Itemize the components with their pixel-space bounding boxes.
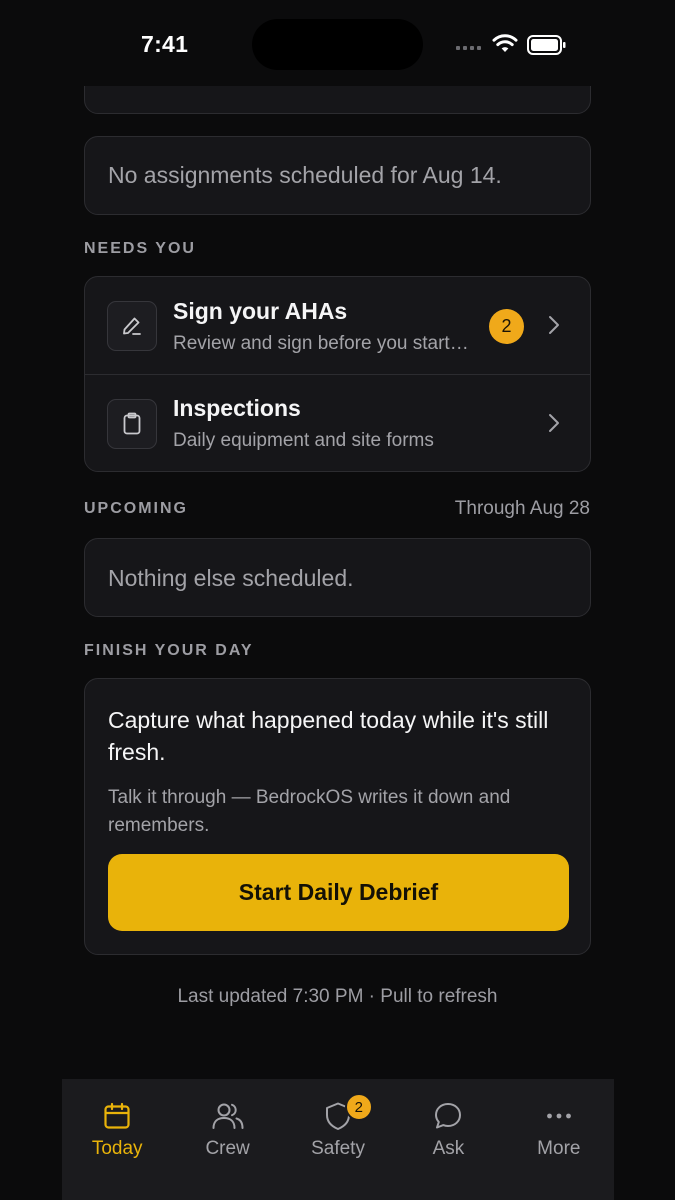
upcoming-empty-card: Nothing else scheduled. [84, 538, 591, 617]
more-dots-icon [546, 1113, 571, 1119]
inspections-row[interactable]: Inspections Daily equipment and site for… [85, 375, 590, 472]
status-time: 7:41 [141, 31, 189, 57]
needs-you-card: Sign your AHAs Review and sign before yo… [84, 276, 591, 472]
chevron-right-icon [549, 414, 559, 432]
today-empty-card: No assignments scheduled for Aug 14. [84, 136, 591, 215]
tab-ask[interactable]: Ask [393, 1079, 503, 1200]
tab-label: Today [91, 1138, 143, 1159]
daily-debrief-card: Capture what happened today while it's s… [84, 678, 591, 955]
sign-ahas-title: Sign your AHAs [173, 298, 348, 324]
tab-today[interactable]: Today [62, 1079, 172, 1200]
finish-day-label: FINISH YOUR DAY [84, 642, 254, 659]
inspections-title: Inspections [173, 395, 301, 421]
tab-crew[interactable]: Crew [172, 1079, 282, 1200]
tab-label: Ask [432, 1138, 465, 1159]
debrief-title: Capture what happened today while it's s… [108, 707, 549, 765]
calendar-icon [104, 1102, 130, 1129]
tab-more[interactable]: More [504, 1079, 614, 1200]
sign-ahas-subtitle: Review and sign before you start work [173, 333, 473, 354]
sign-ahas-row[interactable]: Sign your AHAs Review and sign before yo… [85, 277, 590, 375]
users-icon [212, 1103, 244, 1129]
needs-you-label: NEEDS YOU [84, 240, 196, 257]
bottom-tab-bar: Today Crew 2 Safety Ask More [62, 1079, 614, 1200]
tab-label: Crew [205, 1138, 250, 1159]
tab-label: Safety [311, 1138, 365, 1159]
cellular-signal-icon [456, 46, 481, 50]
chat-bubble-icon [435, 1103, 462, 1129]
dynamic-island [252, 19, 423, 70]
pencil-icon [107, 301, 157, 351]
last-updated-note: Last updated 7:30 PM · Pull to refresh [177, 986, 498, 1007]
upcoming-empty-text: Nothing else scheduled. [108, 565, 354, 591]
tab-safety[interactable]: 2 Safety [283, 1079, 393, 1200]
battery-icon [527, 35, 566, 55]
wifi-icon [492, 34, 518, 52]
inspections-subtitle: Daily equipment and site forms [173, 430, 434, 451]
debrief-subtitle: Talk it through — BedrockOS writes it do… [108, 787, 511, 836]
start-daily-debrief-button[interactable]: Start Daily Debrief [108, 854, 569, 931]
upcoming-label: UPCOMING [84, 500, 188, 517]
clipboard-icon [107, 399, 157, 449]
sign-ahas-count-badge: 2 [489, 309, 524, 344]
safety-badge: 2 [344, 1093, 373, 1121]
chevron-right-icon [549, 316, 559, 334]
today-empty-text: No assignments scheduled for Aug 14. [108, 162, 502, 188]
tab-label: More [537, 1138, 581, 1159]
upcoming-range: Through Aug 28 [454, 498, 590, 519]
status-bar: 7:41 [0, 0, 675, 86]
